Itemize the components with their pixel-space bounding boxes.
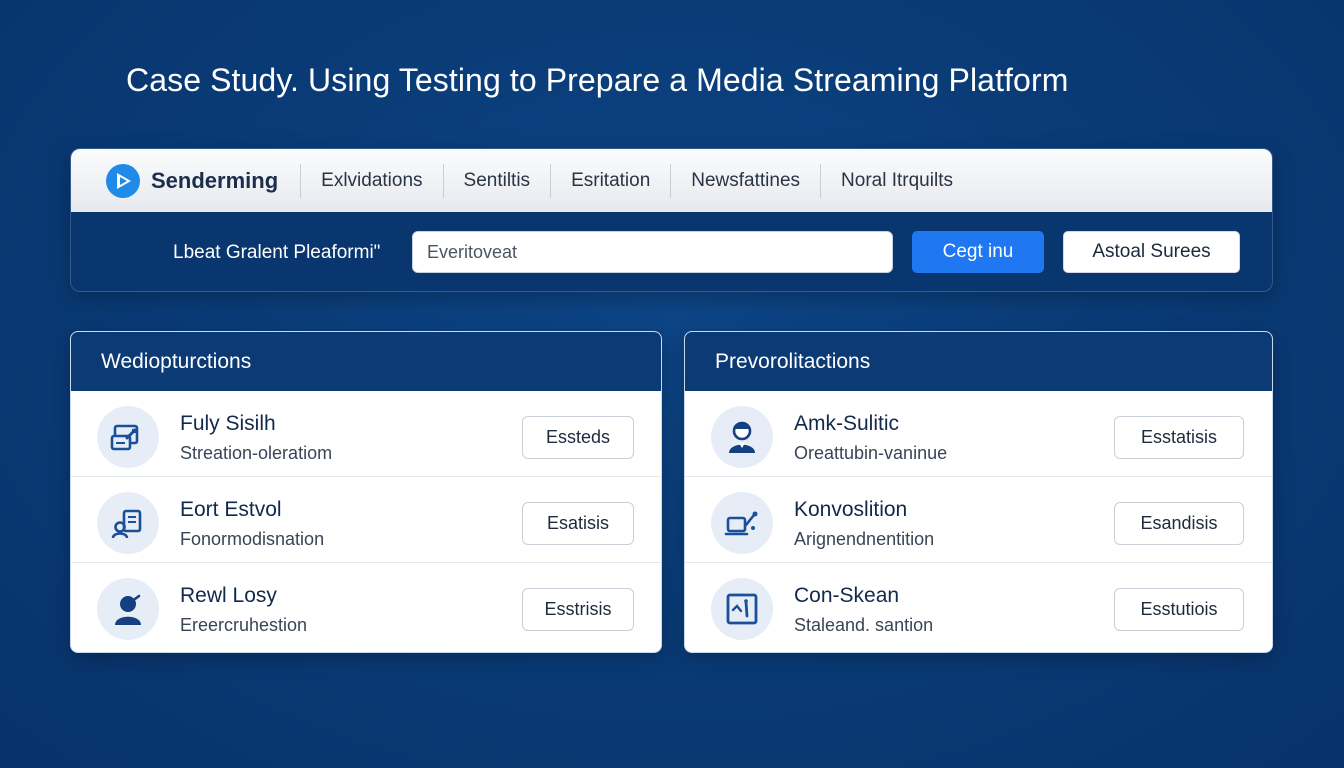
item-action-button[interactable]: Esstrisis	[522, 588, 634, 631]
item-action-button[interactable]: Essteds	[522, 416, 634, 459]
item-title: Eort Estvol	[180, 498, 282, 521]
item-title: Rewl Losy	[180, 584, 277, 607]
item-text: Amk-Sulitic Oreattubin-vaninue	[794, 412, 947, 464]
primary-action-button[interactable]: Cegt inu	[912, 231, 1044, 273]
item-action-button[interactable]: Esandisis	[1114, 502, 1244, 545]
secondary-action-button[interactable]: Astoal Surees	[1063, 231, 1240, 273]
item-avatar	[97, 492, 159, 554]
right-panel: Prevorolitactions Amk-Sulitic Oreattubin…	[684, 331, 1273, 653]
item-action-button[interactable]: Esatisis	[522, 502, 634, 545]
search-input[interactable]	[412, 231, 893, 273]
item-avatar	[711, 578, 773, 640]
top-navigation-bar: Senderming Exlvidations Sentiltis Esrita…	[71, 149, 1272, 212]
right-panel-header: Prevorolitactions	[685, 332, 1272, 391]
item-title: Amk-Sulitic	[794, 412, 900, 435]
item-text: Eort Estvol Fonormodisnation	[180, 498, 324, 550]
item-text: Fuly Sisilh Streation-oleratiom	[180, 412, 332, 464]
item-subtitle: Streation-oleratiom	[180, 443, 333, 463]
item-subtitle: Staleand. santion	[794, 615, 934, 635]
item-avatar	[711, 492, 773, 554]
item-subtitle: Ereercruhestion	[180, 615, 308, 635]
brand-name: Senderming	[151, 167, 279, 193]
list-item[interactable]: Fuly Sisilh Streation-oleratiom Essteds	[71, 391, 661, 477]
item-title: Konvoslition	[794, 498, 908, 521]
list-item[interactable]: Eort Estvol Fonormodisnation Esatisis	[71, 477, 661, 563]
left-panel-header: Wediopturctions	[71, 332, 661, 391]
toolbar-label: Lbeat Gralent Pleaformi"	[173, 242, 381, 263]
person-avatar-icon	[729, 421, 755, 453]
left-panel: Wediopturctions Fuly Sisilh Streation-ol…	[70, 331, 662, 653]
toolbar: Lbeat Gralent Pleaformi" Cegt inu Astoal…	[71, 212, 1272, 291]
nav-item-5[interactable]: Noral Itrquilts	[821, 149, 973, 212]
nav-item-2[interactable]: Sentiltis	[444, 149, 551, 212]
list-item[interactable]: Amk-Sulitic Oreattubin-vaninue Esstatisi…	[685, 391, 1272, 477]
nav-item-4[interactable]: Newsfattines	[671, 149, 820, 212]
item-avatar	[97, 406, 159, 468]
user-icon	[115, 594, 141, 625]
left-panel-list: Fuly Sisilh Streation-oleratiom Essteds …	[71, 391, 661, 650]
item-text: Rewl Losy Ereercruhestion	[180, 584, 307, 636]
frame-chart-icon	[726, 593, 758, 625]
nav-item-3[interactable]: Esritation	[551, 149, 670, 212]
item-avatar	[711, 406, 773, 468]
item-text: Con-Skean Staleand. santion	[794, 584, 933, 636]
play-logo-icon	[106, 163, 140, 198]
item-subtitle: Fonormodisnation	[180, 529, 325, 549]
item-text: Konvoslition Arignendnentition	[794, 498, 934, 550]
device-link-icon	[724, 511, 758, 536]
page-title: Case Study. Using Testing to Prepare a M…	[126, 62, 1069, 98]
item-avatar	[97, 578, 159, 640]
item-title: Fuly Sisilh	[180, 412, 276, 435]
media-edit-icon	[110, 424, 139, 451]
item-action-button[interactable]: Esstutiois	[1114, 588, 1244, 631]
brand[interactable]: Senderming	[71, 149, 300, 212]
list-item[interactable]: Rewl Losy Ereercruhestion Esstrisis	[71, 563, 661, 650]
item-subtitle: Oreattubin-vaninue	[794, 443, 948, 463]
user-document-icon	[111, 509, 142, 539]
item-title: Con-Skean	[794, 584, 900, 607]
right-panel-list: Amk-Sulitic Oreattubin-vaninue Esstatisi…	[685, 391, 1272, 650]
app-window: Senderming Exlvidations Sentiltis Esrita…	[70, 148, 1273, 292]
item-subtitle: Arignendnentition	[794, 529, 935, 549]
list-item[interactable]: Konvoslition Arignendnentition Esandisis	[685, 477, 1272, 563]
nav-item-1[interactable]: Exlvidations	[301, 149, 442, 212]
list-item[interactable]: Con-Skean Staleand. santion Esstutiois	[685, 563, 1272, 650]
item-action-button[interactable]: Esstatisis	[1114, 416, 1244, 459]
